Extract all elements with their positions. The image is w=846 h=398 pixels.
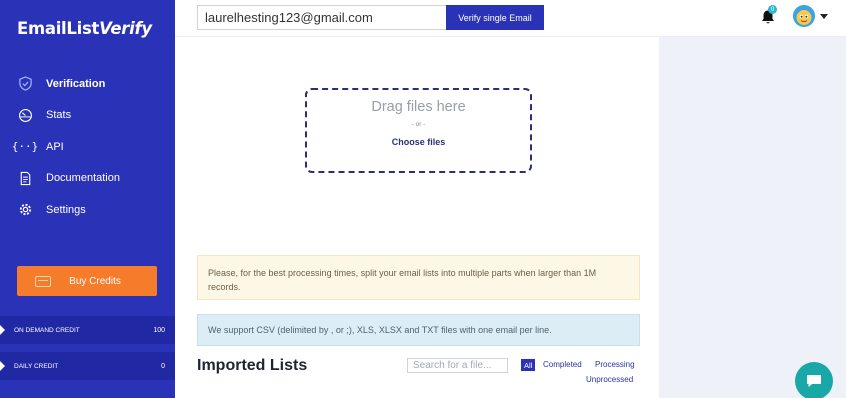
file-search-input[interactable] [407,358,508,373]
sidebar-item-label: Settings [46,203,86,216]
notification-badge: 0 [768,5,777,14]
sidebar: EmailListVerify Verification Stats {··} … [0,0,175,398]
gear-icon [17,202,33,218]
filter-processing[interactable]: Processing [595,360,635,369]
credit-card-icon [35,275,51,287]
on-demand-credit-row: ON DEMAND CREDIT 100 [0,316,175,344]
gauge-icon [17,107,33,123]
sidebar-nav: Verification Stats {··} API Documentatio… [0,68,175,226]
credit-label: DAILY CREDIT [14,362,59,370]
credit-value: 0 [161,362,165,370]
sidebar-item-documentation[interactable]: Documentation [0,163,175,195]
shield-check-icon [17,76,33,92]
logo[interactable]: EmailListVerify [17,19,152,38]
sidebar-item-api[interactable]: {··} API [0,131,175,163]
code-braces-icon: {··} [11,140,39,154]
choose-files-link[interactable]: Choose files [307,137,530,147]
logo-text: EmailList [17,19,100,38]
sidebar-item-label: Documentation [46,172,120,185]
sidebar-item-label: Verification [46,77,106,90]
dropzone-or: - or - [411,121,426,128]
warning-note: Please, for the best processing times, s… [197,255,640,300]
verify-single-email-button[interactable]: Verify single Email [446,5,544,30]
buy-credits-label: Buy Credits [69,275,121,287]
file-dropzone[interactable]: Drag files here - or - Choose files [305,88,532,173]
sidebar-item-stats[interactable]: Stats [0,100,175,132]
sidebar-item-verification[interactable]: Verification [0,68,175,100]
top-header: Verify single Email 0 [175,0,846,37]
dropzone-title: Drag files here [371,99,466,115]
info-note: We support CSV (delimited by , or ;), XL… [197,314,640,346]
credit-value: 100 [153,326,165,334]
sidebar-item-label: API [46,140,64,153]
chat-bubble-icon [807,375,821,387]
chat-button[interactable] [795,362,833,398]
filter-completed[interactable]: Completed [543,360,582,369]
buy-credits-button[interactable]: Buy Credits [17,266,157,296]
filter-unprocessed[interactable]: Unprocessed [586,375,633,384]
sidebar-item-settings[interactable]: Settings [0,194,175,226]
document-icon [17,170,33,186]
daily-credit-row: DAILY CREDIT 0 [0,352,175,380]
imported-lists-title: Imported Lists [197,357,308,374]
avatar[interactable] [793,5,815,27]
logo-accent-text: Verify [99,19,152,38]
credit-label: ON DEMAND CREDIT [14,326,80,334]
right-panel [659,37,846,398]
email-input[interactable] [197,5,447,30]
sidebar-item-label: Stats [46,109,72,122]
chevron-down-icon[interactable] [820,14,828,19]
filter-all[interactable]: All [521,359,536,371]
